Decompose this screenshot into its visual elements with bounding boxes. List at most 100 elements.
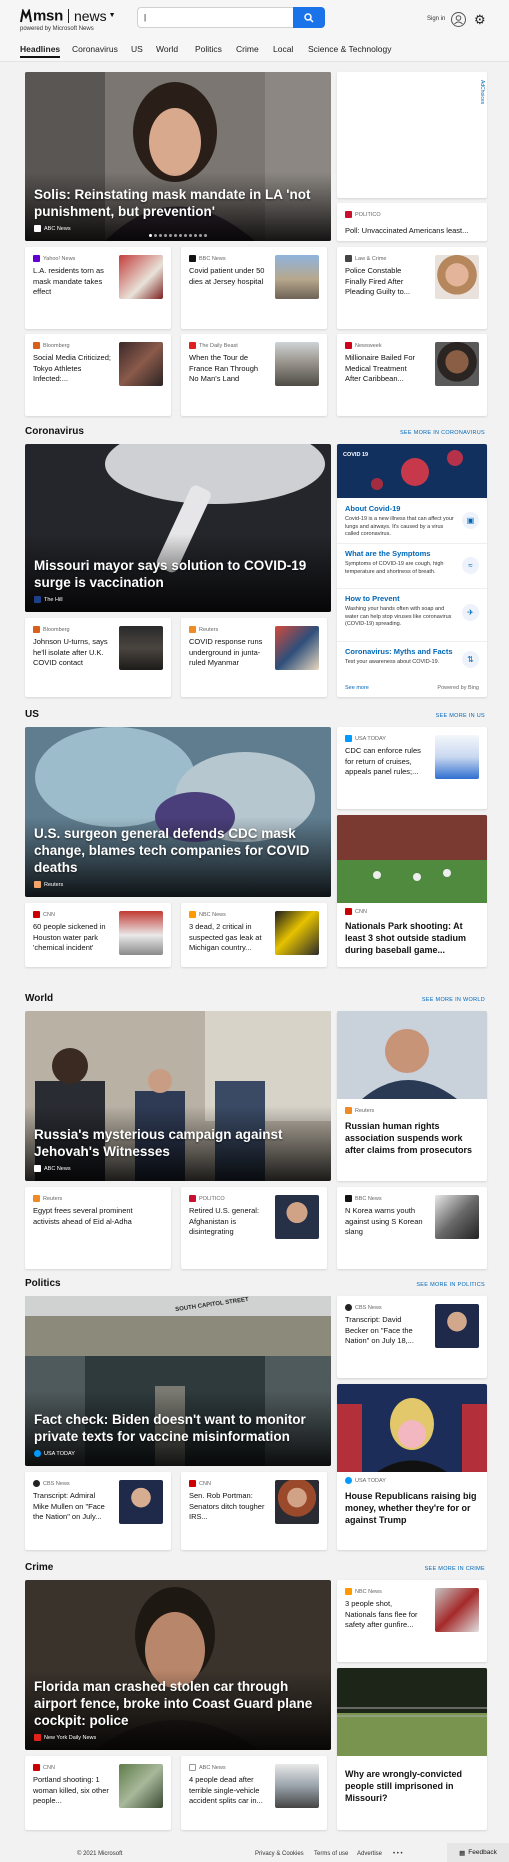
politics-hero-card[interactable]: SOUTH CAPITOL STREET Fact check: Biden d… — [25, 1296, 331, 1466]
card-title[interactable]: Egypt frees several prominent activists … — [33, 1206, 153, 1227]
ad-card[interactable]: AdChoices — [337, 72, 487, 198]
card-source: CNN — [33, 1764, 55, 1771]
hero-title[interactable]: Florida man crashed stolen car through a… — [34, 1678, 319, 1729]
card-title[interactable]: Russian human rights association suspend… — [345, 1120, 479, 1156]
card-title[interactable]: Covid patient under 50 dies at Jersey ho… — [189, 266, 267, 287]
covid-topic-about[interactable]: About Covid-19 Covid-19 is a new illness… — [337, 500, 487, 544]
covid-topic-prevent[interactable]: How to Prevent Washing your hands often … — [337, 590, 487, 642]
tab-world[interactable]: World — [156, 44, 178, 54]
news-card[interactable]: CNN Sen. Rob Portman: Senators ditch tou… — [181, 1472, 327, 1550]
card-title[interactable]: Transcript: David Becker on "Face the Na… — [345, 1315, 423, 1347]
news-card[interactable]: The Daily Beast When the Tour de France … — [181, 334, 327, 416]
advertise-link[interactable]: Advertise — [357, 1851, 382, 1857]
card-source: USA TODAY — [345, 735, 386, 742]
headline-hero-card[interactable]: Solis: Reinstating mask mandate in LA 'n… — [25, 72, 331, 241]
card-title[interactable]: House Republicans raising big money, whe… — [345, 1490, 479, 1526]
news-card[interactable]: Law & Crime Police Constable Finally Fir… — [337, 247, 487, 329]
card-title[interactable]: Poll: Unvaccinated Americans least... — [345, 225, 479, 237]
tab-coronavirus[interactable]: Coronavirus — [72, 44, 118, 54]
card-title[interactable]: Millionaire Bailed For Medical Treatment… — [345, 353, 423, 385]
see-more-politics-link[interactable]: SEE MORE IN POLITICS — [365, 1282, 485, 1288]
tab-science-technology[interactable]: Science & Technology — [308, 44, 391, 54]
tab-headlines[interactable]: Headlines — [20, 44, 61, 58]
news-card-large[interactable]: USA TODAY House Republicans raising big … — [337, 1384, 487, 1550]
card-title[interactable]: Sen. Rob Portman: Senators ditch tougher… — [189, 1491, 267, 1523]
news-card[interactable]: Newsweek Millionaire Bailed For Medical … — [337, 334, 487, 416]
search-button[interactable] — [293, 7, 325, 28]
news-card[interactable]: USA TODAY CDC can enforce rules for retu… — [337, 727, 487, 809]
card-title[interactable]: When the Tour de France Ran Through No M… — [189, 353, 267, 385]
news-card[interactable]: CNN Portland shooting: 1 woman killed, s… — [25, 1756, 171, 1830]
hero-title[interactable]: Fact check: Biden doesn't want to monito… — [34, 1411, 319, 1445]
news-card[interactable]: NBC News 3 dead, 2 critical in suspected… — [181, 903, 327, 967]
world-hero-card[interactable]: Russia's mysterious campaign against Jeh… — [25, 1011, 331, 1181]
news-card-large[interactable]: CNN Nationals Park shooting: At least 3 … — [337, 815, 487, 967]
news-card[interactable]: Bloomberg Social Media Criticized; Tokyo… — [25, 334, 171, 416]
avatar-icon[interactable] — [451, 12, 466, 27]
carousel-dots[interactable] — [149, 234, 207, 237]
card-title[interactable]: 60 people sickened in Houston water park… — [33, 922, 111, 954]
covid-topic-myths[interactable]: Coronavirus: Myths and Facts Test your a… — [337, 643, 487, 679]
msn-logo[interactable]: msn news ▼ powered by Microsoft News — [20, 7, 116, 32]
hero-title[interactable]: Russia's mysterious campaign against Jeh… — [34, 1126, 319, 1160]
card-title[interactable]: Transcript: Admiral Mike Mullen on "Face… — [33, 1491, 111, 1523]
hero-title[interactable]: U.S. surgeon general defends CDC mask ch… — [34, 825, 319, 876]
card-title[interactable]: Johnson U-turns, says he'll isolate afte… — [33, 637, 111, 669]
search-input[interactable] — [137, 7, 294, 28]
news-card[interactable]: Reuters Egypt frees several prominent ac… — [25, 1187, 171, 1269]
privacy-link[interactable]: Privacy & Cookies — [255, 1851, 304, 1857]
more-options-icon[interactable]: • • • — [393, 1851, 403, 1857]
tab-politics[interactable]: Politics — [195, 44, 222, 54]
crime-hero-card[interactable]: Florida man crashed stolen car through a… — [25, 1580, 331, 1750]
card-title[interactable]: COVID response runs underground in junta… — [189, 637, 267, 669]
news-card[interactable]: POLITICO Retired U.S. general: Afghanist… — [181, 1187, 327, 1269]
tab-us[interactable]: US — [131, 44, 143, 54]
news-card[interactable]: CBS News Transcript: David Becker on "Fa… — [337, 1296, 487, 1378]
covid-topic-symptoms[interactable]: What are the Symptoms Symptoms of COVID-… — [337, 545, 487, 589]
card-title[interactable]: Retired U.S. general: Afghanistan is dis… — [189, 1206, 267, 1238]
tab-local[interactable]: Local — [273, 44, 293, 54]
card-title[interactable]: N Korea warns youth against using S Kore… — [345, 1206, 423, 1238]
hero-title[interactable]: Solis: Reinstating mask mandate in LA 'n… — [34, 186, 319, 220]
card-title[interactable]: Social Media Criticized; Tokyo Athletes … — [33, 353, 111, 385]
tab-crime[interactable]: Crime — [236, 44, 259, 54]
card-title[interactable]: Why are wrongly-convicted people still i… — [345, 1768, 479, 1804]
news-card[interactable]: Yahoo! News L.A. residents torn as mask … — [25, 247, 171, 329]
news-card[interactable]: CBS News Transcript: Admiral Mike Mullen… — [25, 1472, 171, 1550]
see-more-us-link[interactable]: SEE MORE IN US — [380, 713, 485, 719]
card-title[interactable]: Portland shooting: 1 woman killed, six o… — [33, 1775, 111, 1807]
card-title[interactable]: Nationals Park shooting: At least 3 shot… — [345, 920, 479, 956]
usa-today-logo-icon — [34, 1450, 41, 1457]
news-card[interactable]: Bloomberg Johnson U-turns, says he'll is… — [25, 618, 171, 697]
news-card[interactable]: ABC News 4 people dead after terrible si… — [181, 1756, 327, 1830]
card-title[interactable]: CDC can enforce rules for return of crui… — [345, 746, 423, 778]
news-card-large[interactable]: Reuters Russian human rights association… — [337, 1011, 487, 1181]
gear-icon[interactable]: ⚙ — [474, 12, 486, 27]
news-card[interactable]: Reuters COVID response runs underground … — [181, 618, 327, 697]
news-card[interactable]: BBC News Covid patient under 50 dies at … — [181, 247, 327, 329]
card-title[interactable]: 4 people dead after terrible single-vehi… — [189, 1775, 267, 1807]
feedback-button[interactable]: ▦ Feedback — [447, 1843, 509, 1862]
card-thumbnail — [435, 342, 479, 386]
news-card[interactable]: NBC News 3 people shot, Nationals fans f… — [337, 1580, 487, 1662]
coronavirus-hero-card[interactable]: Missouri mayor says solution to COVID-19… — [25, 444, 331, 612]
covid-see-more-link[interactable]: See more — [345, 685, 369, 691]
hero-title[interactable]: Missouri mayor says solution to COVID-19… — [34, 557, 319, 591]
see-more-crime-link[interactable]: SEE MORE IN CRIME — [365, 1566, 485, 1572]
news-card[interactable]: CNN 60 people sickened in Houston water … — [25, 903, 171, 967]
card-thumbnail — [119, 626, 163, 670]
see-more-coronavirus-link[interactable]: SEE MORE IN CORONAVIRUS — [360, 430, 485, 436]
card-title[interactable]: Police Constable Finally Fired After Ple… — [345, 266, 423, 298]
see-more-world-link[interactable]: SEE MORE IN WORLD — [365, 997, 485, 1003]
card-title[interactable]: 3 dead, 2 critical in suspected gas leak… — [189, 922, 267, 954]
card-title[interactable]: L.A. residents torn as mask mandate take… — [33, 266, 111, 298]
us-hero-card[interactable]: U.S. surgeon general defends CDC mask ch… — [25, 727, 331, 897]
chevron-down-icon[interactable]: ▼ — [109, 12, 116, 19]
adchoices-label[interactable]: AdChoices — [479, 80, 485, 104]
news-card-large[interactable]: Why are wrongly-convicted people still i… — [337, 1668, 487, 1830]
news-card[interactable]: BBC News N Korea warns youth against usi… — [337, 1187, 487, 1269]
politico-side-card[interactable]: POLITICO Poll: Unvaccinated Americans le… — [337, 203, 487, 241]
card-title[interactable]: 3 people shot, Nationals fans flee for s… — [345, 1599, 423, 1631]
sign-in-link[interactable]: Sign in — [427, 16, 445, 22]
terms-link[interactable]: Terms of use — [314, 1851, 348, 1857]
